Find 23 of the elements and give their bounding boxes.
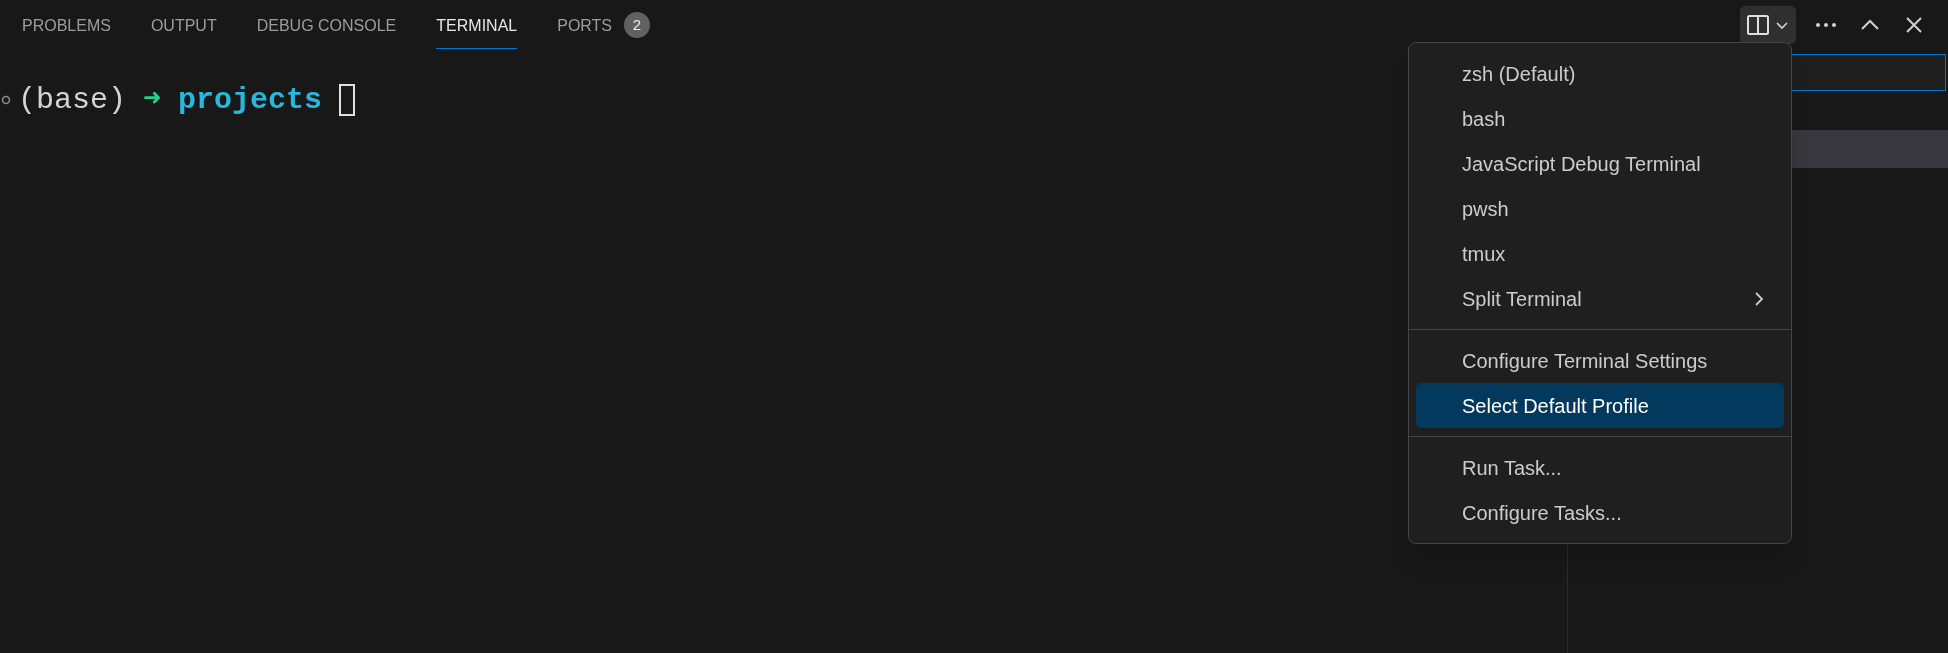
- cursor: [339, 84, 356, 116]
- split-icon: [1746, 13, 1770, 37]
- env-name: (base): [18, 81, 127, 119]
- menu-item[interactable]: JavaScript Debug Terminal: [1416, 141, 1784, 186]
- panel-tab[interactable]: TERMINAL: [436, 1, 518, 49]
- menu-item[interactable]: Run Task...: [1416, 445, 1784, 490]
- menu-item[interactable]: bash: [1416, 96, 1784, 141]
- panel-tab[interactable]: PROBLEMS: [22, 1, 111, 49]
- menu-item[interactable]: Configure Terminal Settings: [1416, 338, 1784, 383]
- count-badge: 2: [624, 12, 651, 38]
- menu-item[interactable]: Configure Tasks...: [1416, 490, 1784, 535]
- panel-tab[interactable]: PORTS: [557, 1, 613, 49]
- prompt-arrow: ➜: [143, 81, 162, 119]
- menu-item[interactable]: Split Terminal: [1416, 276, 1784, 321]
- directory-name: projects: [178, 81, 323, 119]
- menu-item[interactable]: tmux: [1416, 231, 1784, 276]
- menu-item[interactable]: zsh (Default): [1416, 51, 1784, 96]
- split-terminal-button[interactable]: [1740, 6, 1796, 44]
- panel-tab[interactable]: DEBUG CONSOLE: [256, 1, 397, 49]
- menu-item[interactable]: pwsh: [1416, 186, 1784, 231]
- status-circle-icon: [1, 95, 11, 105]
- panel-tab[interactable]: OUTPUT: [150, 1, 217, 49]
- menu-item[interactable]: Select Default Profile: [1416, 383, 1784, 428]
